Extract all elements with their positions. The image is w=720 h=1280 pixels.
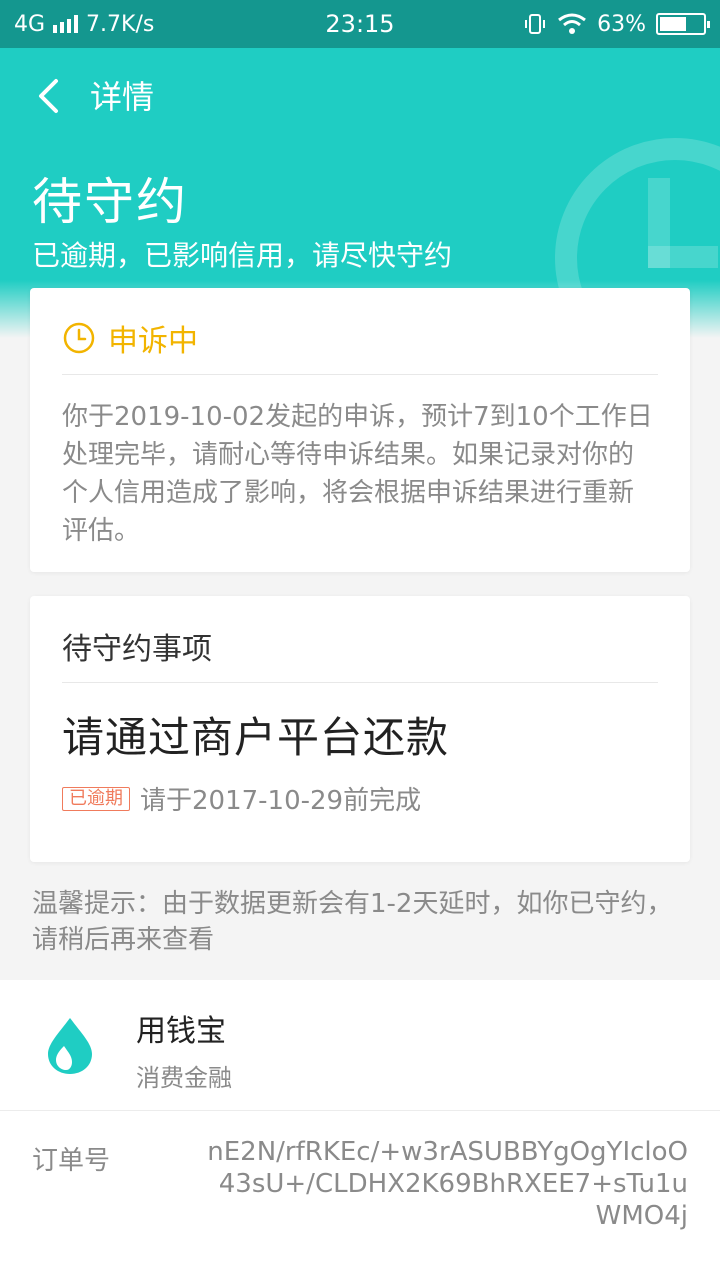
battery-icon (656, 13, 710, 35)
tip-text: 温馨提示：由于数据更新会有1-2天延时，如你已守约，请稍后再来查看 (32, 889, 673, 955)
task-heading: 待守约事项 (62, 632, 212, 667)
task-main-text: 请通过商户平台还款 (62, 713, 450, 762)
appeal-title: 申诉中 (108, 324, 198, 359)
signal-icon (53, 15, 79, 33)
appeal-card: 申诉中 你于2019-10-02发起的申诉，预计7到10个工作日处理完毕，请耐心… (30, 288, 690, 572)
clock-icon (63, 322, 95, 354)
chevron-left-icon (39, 79, 58, 113)
divider (0, 1110, 720, 1111)
network-speed: 7.7K/s (86, 11, 155, 37)
clock: 23:15 (325, 10, 395, 38)
divider (62, 374, 658, 375)
merchant-type: 消费金融 (136, 1064, 232, 1092)
page-title: 详情 (90, 78, 155, 116)
merchant-section: 用钱宝 消费金融 订单号 nE2N/rfRKEc/+w3rASUBBYgOgYI… (0, 980, 720, 1280)
order-label: 订单号 (32, 1146, 111, 1176)
drop-logo-icon (48, 1018, 92, 1074)
network-type: 4G (14, 11, 46, 37)
merchant-name: 用钱宝 (136, 1014, 226, 1049)
divider (62, 682, 658, 683)
status-bar: 4G 7.7K/s 23:15 63% (0, 0, 720, 48)
wifi-icon (558, 13, 587, 34)
vibrate-icon (525, 14, 546, 34)
appeal-text: 你于2019-10-02发起的申诉，预计7到10个工作日处理完毕，请耐心等待申诉… (62, 402, 653, 546)
due-date-text: 请于2017-10-29前完成 (140, 786, 422, 816)
overdue-badge: 已逾期 (62, 786, 130, 811)
status-subtitle: 已逾期，已影响信用，请尽快守约 (32, 239, 453, 272)
order-number: nE2N/rfRKEc/+w3rASUBBYgOgYIcloO43sU+/CLD… (207, 1137, 688, 1231)
back-button[interactable] (28, 74, 68, 118)
status-title: 待守约 (32, 173, 188, 231)
battery-percent: 63% (597, 11, 646, 37)
task-card: 待守约事项 请通过商户平台还款 已逾期 请于2017-10-29前完成 (30, 596, 690, 862)
